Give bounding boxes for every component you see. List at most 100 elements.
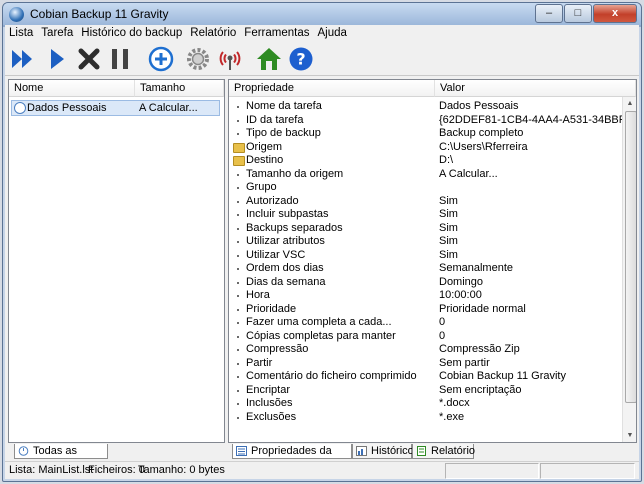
property-value: Sem encriptação — [439, 383, 522, 396]
scroll-up-arrow-icon[interactable]: ▲ — [623, 97, 636, 110]
home-button[interactable] — [255, 45, 283, 73]
property-row[interactable]: Ordem dos dias Semanalmente — [229, 262, 636, 276]
property-name: Hora — [246, 289, 270, 301]
bullet-icon — [237, 133, 239, 135]
scroll-down-arrow-icon[interactable]: ▼ — [623, 429, 636, 442]
history-icon — [356, 446, 367, 456]
stop-button[interactable] — [75, 45, 103, 73]
bullet-icon — [237, 416, 239, 419]
maximize-button[interactable]: □ — [564, 4, 592, 23]
close-button[interactable]: x — [593, 4, 637, 23]
property-value: D:\ — [439, 154, 454, 166]
property-row[interactable]: Dias da semana Domingo — [229, 276, 636, 290]
property-row[interactable]: Origem C:\Users\Rferreira — [229, 141, 636, 155]
property-name: Tipo de backup — [246, 127, 321, 139]
task-row[interactable]: Dados Pessoais A Calcular... — [11, 100, 220, 116]
property-row[interactable]: Inclusões *.docx — [229, 397, 636, 411]
window-title: Cobian Backup 11 Gravity — [30, 7, 169, 21]
property-row[interactable]: Nome da tarefa Dados Pessoais — [229, 100, 636, 114]
property-row[interactable]: Utilizar atributos Sim — [229, 235, 636, 249]
clock-icon — [18, 446, 29, 456]
menu-bar: Lista Tarefa Histórico do backup Relatório F… — [5, 25, 639, 42]
run-button[interactable] — [43, 45, 71, 73]
column-header-tamanho[interactable]: Tamanho — [135, 80, 224, 97]
property-row[interactable]: Utilizar VSC Sim — [229, 249, 636, 263]
property-row[interactable]: Incluir subpastas Sim — [229, 208, 636, 222]
left-tabs: Todas as tarefas — [8, 444, 225, 472]
properties-icon — [236, 446, 247, 456]
property-value: *.docx — [439, 397, 470, 409]
status-panel — [540, 463, 635, 479]
property-row[interactable]: Exclusões *.exe — [229, 411, 636, 425]
tab-propriedades[interactable]: Propriedades da tarefa — [232, 444, 352, 472]
add-task-button[interactable] — [147, 45, 175, 73]
bullet-icon — [237, 214, 239, 216]
property-name: Ordem dos dias — [246, 262, 324, 274]
property-row[interactable]: ID da tarefa {62DDEF81-1CB4-4AA4-A531-34B… — [229, 114, 636, 128]
property-row[interactable]: Destino D:\ — [229, 154, 636, 168]
stop-icon — [78, 48, 100, 70]
property-value: Semanalmente — [439, 262, 513, 274]
column-header-propriedade[interactable]: Propriedade — [229, 80, 435, 97]
property-name: Utilizar atributos — [246, 235, 325, 247]
tab-label: Relatório — [431, 445, 476, 457]
properties-scrollbar[interactable]: ▲ ▼ — [622, 97, 636, 442]
property-row[interactable]: Hora 10:00:00 — [229, 289, 636, 303]
menu-historico[interactable]: Histórico do backup — [77, 25, 186, 39]
menu-ferramentas[interactable]: Ferramentas — [240, 25, 313, 39]
app-window: Cobian Backup 11 Gravity – □ x Lista Tare… — [2, 2, 642, 482]
property-name: Partir — [246, 356, 273, 369]
title-bar[interactable]: Cobian Backup 11 Gravity – □ x — [3, 3, 641, 25]
property-row[interactable]: Compressão Compressão Zip — [229, 343, 636, 357]
property-name: Utilizar VSC — [246, 248, 306, 261]
property-row[interactable]: Autorizado Sim — [229, 195, 636, 209]
minimize-button[interactable]: – — [535, 4, 563, 23]
bullet-icon — [237, 254, 239, 257]
property-row[interactable]: Partir Sem partir — [229, 357, 636, 371]
bullet-icon — [237, 308, 239, 311]
svg-text:?: ? — [296, 50, 305, 69]
property-row[interactable]: Prioridade Prioridade normal — [229, 303, 636, 317]
menu-relatorio[interactable]: Relatório — [186, 25, 240, 39]
tab-todas-as-tarefas[interactable]: Todas as tarefas — [14, 444, 108, 472]
property-name: ID da tarefa — [246, 113, 304, 126]
property-row[interactable]: Grupo — [229, 181, 636, 195]
property-name: Origem — [246, 140, 283, 153]
antenna-icon — [219, 51, 241, 70]
tab-relatorio[interactable]: Relatório — [412, 444, 476, 459]
pause-button[interactable] — [106, 45, 134, 73]
property-row[interactable]: Tipo de backup Backup completo — [229, 127, 636, 141]
antenna-button[interactable] — [216, 45, 244, 73]
property-name: Autorizado — [246, 194, 299, 207]
bullet-icon — [237, 295, 239, 297]
property-row[interactable]: Tamanho da origem A Calcular... — [229, 168, 636, 182]
column-header-nome[interactable]: Nome — [9, 80, 135, 97]
property-name: Destino — [246, 154, 284, 166]
column-header-valor[interactable]: Valor — [435, 80, 636, 97]
property-value: Sim — [439, 208, 458, 220]
menu-lista[interactable]: Lista — [5, 25, 37, 39]
scrollbar-thumb[interactable] — [625, 111, 636, 403]
task-name: Dados Pessoais — [27, 102, 107, 114]
property-value: Sem partir — [439, 356, 490, 369]
help-button[interactable]: ? — [287, 45, 315, 73]
property-value: Domingo — [439, 275, 484, 288]
cobian-app-icon — [9, 7, 24, 22]
bullet-icon — [237, 119, 239, 122]
run-all-button[interactable] — [9, 45, 37, 73]
bullet-icon — [237, 227, 239, 230]
property-row[interactable]: Backups separados Sim — [229, 222, 636, 236]
tab-historico[interactable]: Histórico — [352, 444, 414, 459]
property-value: Dados Pessoais — [439, 100, 519, 112]
property-row[interactable]: Encriptar Sem encriptação — [229, 384, 636, 398]
task-list[interactable]: Nome Tamanho Dados Pessoais A Calcular..… — [8, 79, 225, 443]
property-row[interactable]: Cópias completas para manter 0 — [229, 330, 636, 344]
property-row[interactable]: Comentário do ficheiro comprimido Cobian … — [229, 370, 636, 384]
property-row[interactable]: Fazer uma completa a cada... 0 — [229, 316, 636, 330]
report-icon — [417, 446, 426, 456]
menu-ajuda[interactable]: Ajuda — [313, 25, 350, 39]
settings-button[interactable] — [184, 45, 212, 73]
properties-list[interactable]: Propriedade Valor Nome da tarefa Dados Pe… — [228, 79, 637, 443]
property-value: *.exe — [439, 410, 465, 423]
menu-tarefa[interactable]: Tarefa — [37, 25, 77, 39]
